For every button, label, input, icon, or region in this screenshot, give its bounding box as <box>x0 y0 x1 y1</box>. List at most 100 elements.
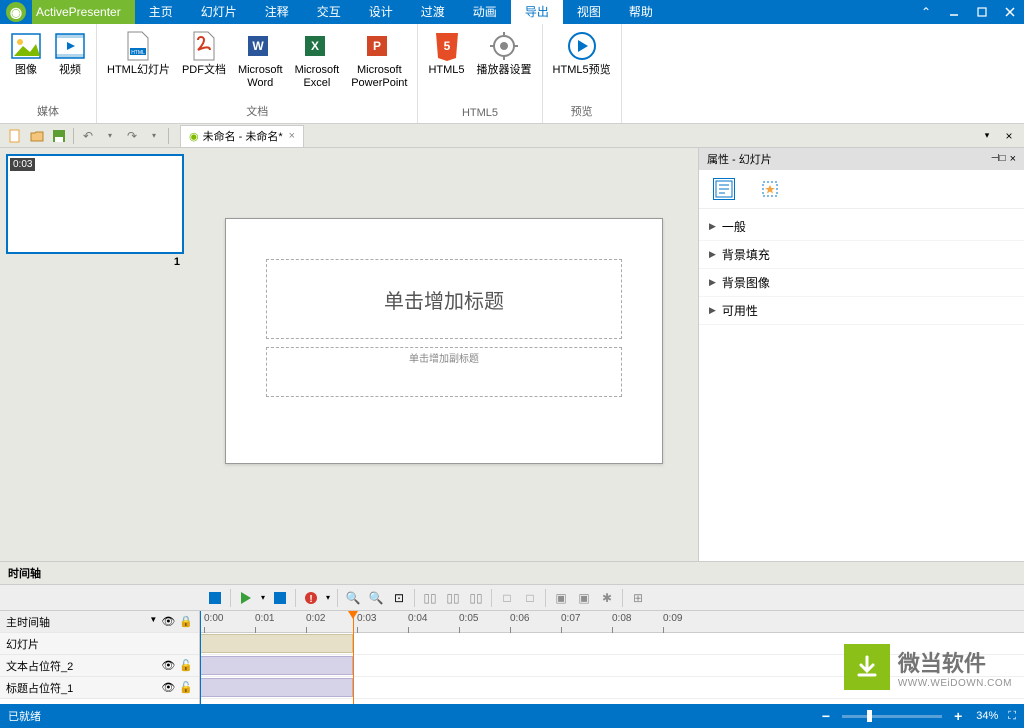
zoom-out-button[interactable]: − <box>818 708 834 724</box>
label: HTML5 <box>428 64 464 77</box>
tab-animation[interactable]: 动画 <box>459 0 511 24</box>
warning-dropdown-icon[interactable]: ▾ <box>323 587 333 609</box>
eye-icon[interactable]: 👁 <box>161 659 175 672</box>
zoom-in-button[interactable]: + <box>950 708 966 724</box>
eye-icon[interactable]: 👁 <box>161 615 175 628</box>
tick: 0:01 <box>255 613 274 624</box>
misc-tool-icon[interactable]: ✱ <box>596 587 618 609</box>
export-html-slides-button[interactable]: HTML HTML幻灯片 <box>101 26 176 81</box>
slide-thumbnail[interactable]: 0:03 <box>6 154 184 254</box>
props-item-bgimage[interactable]: ▶背景图像 <box>699 269 1024 297</box>
export-word-button[interactable]: W Microsoft Word <box>232 26 289 94</box>
export-image-button[interactable]: 图像 <box>4 26 48 81</box>
track-title-placeholder[interactable]: 标题占位符_1 👁🔓 <box>0 677 199 699</box>
play-button[interactable] <box>235 587 257 609</box>
undo-button[interactable]: ↶ <box>77 126 99 146</box>
tab-interact[interactable]: 交互 <box>303 0 355 24</box>
track-text-placeholder[interactable]: 文本占位符_2 👁🔓 <box>0 655 199 677</box>
video-icon <box>54 30 86 62</box>
timeline-toolbar: ▾ ! ▾ 🔍 🔍 ⊡ ▯▯ ▯▯ ▯▯ □ □ ▣ ▣ ✱ ⊞ <box>0 585 1024 611</box>
order-tool-1-icon[interactable]: ▣ <box>550 587 572 609</box>
zoom-slider[interactable] <box>842 715 942 718</box>
timeline-row-slide[interactable] <box>200 633 1024 655</box>
panel-close-icon[interactable]: × <box>998 126 1020 146</box>
playhead[interactable] <box>353 611 354 704</box>
fit-screen-icon[interactable]: ⛶ <box>1008 710 1016 723</box>
export-video-button[interactable]: 视频 <box>48 26 92 81</box>
align-tool-2-icon[interactable]: ▯▯ <box>442 587 464 609</box>
tab-view[interactable]: 视图 <box>563 0 615 24</box>
minimize-button[interactable] <box>940 0 968 24</box>
zoom-out-icon[interactable]: 🔍 <box>365 587 387 609</box>
play-dropdown-icon[interactable]: ▾ <box>258 587 268 609</box>
align-tool-3-icon[interactable]: ▯▯ <box>465 587 487 609</box>
tick: 0:08 <box>612 613 631 624</box>
undo-dropdown[interactable]: ▾ <box>99 126 121 146</box>
range-start-marker[interactable] <box>200 611 201 704</box>
redo-button[interactable]: ↷ <box>121 126 143 146</box>
ribbon-collapse-icon[interactable]: ⌃ <box>912 0 940 24</box>
slide-canvas[interactable]: 单击增加标题 单击增加副标题 <box>225 218 663 464</box>
pin-icon[interactable]: ⊣□ <box>991 153 1006 165</box>
tab-design[interactable]: 设计 <box>355 0 407 24</box>
redo-dropdown[interactable]: ▾ <box>143 126 165 146</box>
clip[interactable] <box>200 678 353 697</box>
group-tool-2-icon[interactable]: □ <box>519 587 541 609</box>
props-item-bgfill[interactable]: ▶背景填充 <box>699 241 1024 269</box>
timeline-ruler-area[interactable]: 0:00 0:01 0:02 0:03 0:04 0:05 0:06 0:07 … <box>200 611 1024 704</box>
zoom-in-icon[interactable]: 🔍 <box>342 587 364 609</box>
order-tool-2-icon[interactable]: ▣ <box>573 587 595 609</box>
zoom-fit-icon[interactable]: ⊡ <box>388 587 410 609</box>
open-button[interactable] <box>26 126 48 146</box>
properties-tab-text-icon[interactable] <box>713 178 735 200</box>
export-ppt-button[interactable]: P Microsoft PowerPoint <box>345 26 413 94</box>
export-html5-button[interactable]: 5 HTML5 <box>422 26 470 81</box>
panel-options-icon[interactable]: ▾ <box>976 126 998 146</box>
timeline-row-title[interactable] <box>200 677 1024 699</box>
subtitle-placeholder[interactable]: 单击增加副标题 <box>266 347 622 397</box>
track-slide[interactable]: 幻灯片 <box>0 633 199 655</box>
tab-export[interactable]: 导出 <box>511 0 563 24</box>
export-pdf-button[interactable]: PDF文档 <box>176 26 232 81</box>
props-item-availability[interactable]: ▶可用性 <box>699 297 1024 325</box>
track-main[interactable]: 主时间轴 ▼ 👁 🔒 <box>0 611 199 633</box>
timeline-ruler[interactable]: 0:00 0:01 0:02 0:03 0:04 0:05 0:06 0:07 … <box>200 611 1024 633</box>
tab-home[interactable]: 主页 <box>135 0 187 24</box>
save-button[interactable] <box>48 126 70 146</box>
warning-icon[interactable]: ! <box>300 587 322 609</box>
clip[interactable] <box>200 634 353 653</box>
maximize-button[interactable] <box>968 0 996 24</box>
timeline-track-list: 主时间轴 ▼ 👁 🔒 幻灯片 文本占位符_2 👁🔓 标题占位符_1 👁🔓 <box>0 611 200 704</box>
close-icon[interactable]: × <box>1010 153 1016 165</box>
record-button[interactable] <box>269 587 291 609</box>
canvas-area[interactable]: 单击增加标题 单击增加副标题 <box>190 148 698 561</box>
export-excel-button[interactable]: X Microsoft Excel <box>289 26 346 94</box>
label: Microsoft PowerPoint <box>351 64 407 90</box>
player-settings-button[interactable]: 播放器设置 <box>471 26 538 81</box>
html5-preview-button[interactable]: HTML5预览 <box>547 26 617 81</box>
snap-toggle-icon[interactable]: ⊞ <box>627 587 649 609</box>
doc-tab-close-icon[interactable]: × <box>289 130 295 142</box>
document-tab[interactable]: ◉ 未命名 - 未命名* × <box>180 125 304 147</box>
group-tool-1-icon[interactable]: □ <box>496 587 518 609</box>
properties-tab-star-icon[interactable] <box>759 178 781 200</box>
close-button[interactable] <box>996 0 1024 24</box>
zoom-thumb[interactable] <box>867 710 872 722</box>
clip[interactable] <box>200 656 353 675</box>
props-item-general[interactable]: ▶一般 <box>699 213 1024 241</box>
title-bar: ◉ ActivePresenter 主页 幻灯片 注释 交互 设计 过渡 动画 … <box>0 0 1024 24</box>
stop-button[interactable] <box>204 587 226 609</box>
tab-annotate[interactable]: 注释 <box>251 0 303 24</box>
tab-slides[interactable]: 幻灯片 <box>187 0 251 24</box>
eye-icon[interactable]: 👁 <box>161 681 175 694</box>
timeline-row-text[interactable] <box>200 655 1024 677</box>
lock-icon[interactable]: 🔓 <box>179 659 193 672</box>
lock-icon[interactable]: 🔒 <box>179 615 193 628</box>
tab-transition[interactable]: 过渡 <box>407 0 459 24</box>
title-placeholder[interactable]: 单击增加标题 <box>266 259 622 339</box>
chevron-down-icon[interactable]: ▼ <box>149 615 157 628</box>
align-tool-1-icon[interactable]: ▯▯ <box>419 587 441 609</box>
new-button[interactable] <box>4 126 26 146</box>
tab-help[interactable]: 帮助 <box>615 0 667 24</box>
lock-icon[interactable]: 🔓 <box>179 681 193 694</box>
